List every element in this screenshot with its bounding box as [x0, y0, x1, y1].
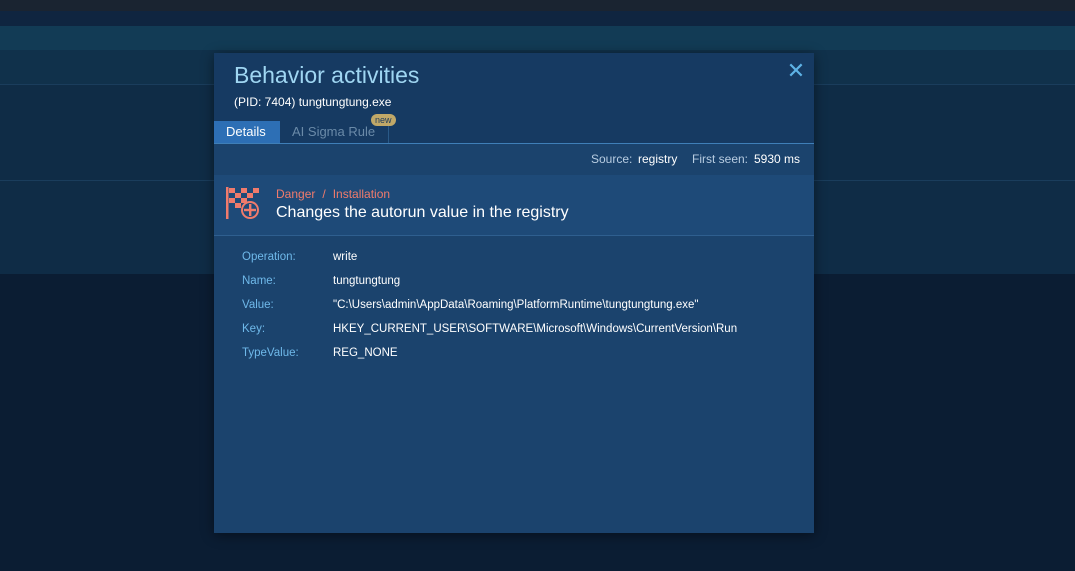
behavior-activities-modal: Behavior activities (PID: 7404) tungtung…	[214, 53, 814, 533]
close-icon: ✕	[786, 58, 806, 83]
severity-label: Danger	[276, 187, 316, 201]
tab-details[interactable]: Details	[214, 121, 280, 143]
category-separator: /	[322, 187, 326, 201]
background-strip	[0, 11, 1075, 26]
source-row: Source: registry First seen: 5930 ms	[214, 144, 814, 174]
modal-subtitle: (PID: 7404) tungtungtung.exe	[234, 95, 392, 109]
detail-value: REG_NONE	[333, 347, 398, 359]
detail-key: TypeValue:	[242, 347, 299, 359]
detail-key: Operation:	[242, 251, 296, 263]
detail-value: write	[333, 251, 358, 263]
detail-key: Key:	[242, 323, 266, 335]
background-strip	[0, 26, 1075, 50]
event-description: Changes the autorun value in the registr…	[276, 204, 569, 221]
modal-header: Behavior activities (PID: 7404) tungtung…	[214, 53, 814, 144]
tab-bar: Details AI Sigma Rule	[214, 121, 814, 144]
detail-key: Name:	[242, 275, 276, 287]
detail-value: "C:\Users\admin\AppData\Roaming\Platform…	[333, 299, 699, 311]
detail-key: Value:	[242, 299, 274, 311]
detail-value: tungtungtung	[333, 275, 401, 287]
modal-title: Behavior activities	[234, 62, 420, 88]
background-topbar	[0, 0, 1075, 11]
detail-value: HKEY_CURRENT_USER\SOFTWARE\Microsoft\Win…	[333, 323, 738, 335]
event-summary: Danger / Installation Changes the autorun …	[214, 175, 814, 236]
source-label: Source:	[591, 152, 633, 166]
event-category: Danger / Installation	[276, 187, 390, 201]
flag-plus-icon	[226, 187, 259, 219]
first-seen-label: First seen:	[692, 152, 749, 166]
new-badge: new	[371, 114, 396, 126]
category-label: Installation	[332, 187, 391, 201]
source-value: registry	[638, 152, 678, 166]
close-button[interactable]: ✕	[784, 59, 808, 83]
first-seen-value: 5930 ms	[754, 152, 801, 166]
